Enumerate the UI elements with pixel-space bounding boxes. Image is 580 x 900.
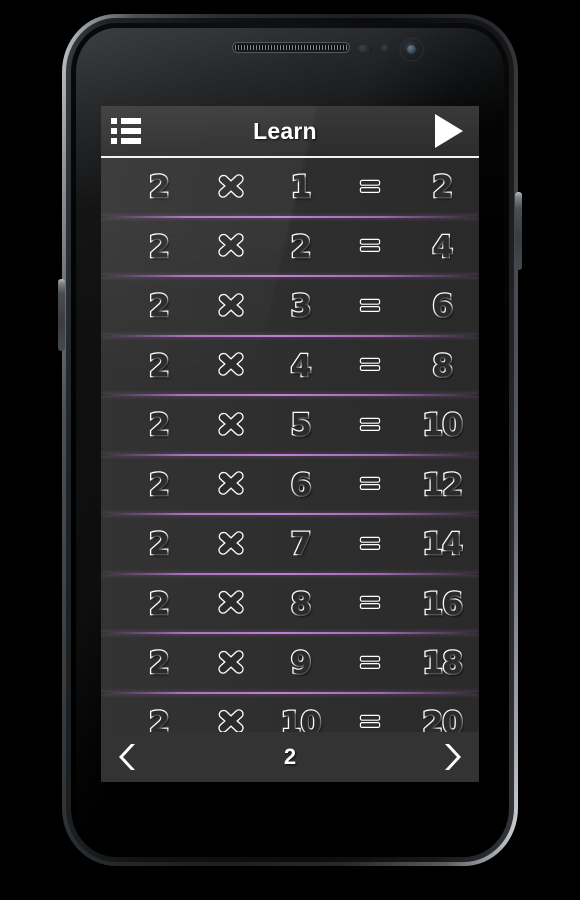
multiply-icon — [196, 290, 266, 324]
product-value: 20 — [421, 704, 464, 732]
equals-icon — [335, 647, 405, 681]
equals-glyph — [360, 179, 381, 193]
page-number-label: 2 — [283, 744, 297, 769]
product-value: 12 — [421, 466, 464, 504]
equals-icon — [335, 171, 405, 205]
multiplier-value: 5 — [289, 407, 312, 445]
multiply-icon — [196, 468, 266, 502]
power-button[interactable] — [515, 192, 522, 270]
multiplicand-value: 2 — [148, 704, 171, 732]
phone-device: Learn 2 1 2 2 2 4 2 3 6 2 4 8 2 5 10 2 6 12 2 7 14 2 8 16 2 9 18 2 1… — [58, 14, 522, 866]
multiply-glyph — [218, 590, 244, 614]
equals-glyph — [360, 477, 381, 491]
speaker-grille-icon — [232, 42, 350, 53]
product-value: 14 — [421, 526, 464, 564]
list-icon-bullet — [111, 128, 117, 134]
multiply-icon — [196, 647, 266, 681]
equals-icon — [335, 528, 405, 562]
product-value: 6 — [431, 288, 454, 326]
multiplication-table[interactable]: 2 1 2 2 2 4 2 3 6 2 4 8 2 5 10 2 6 12 2 7 14 2 8 16 2 9 18 2 10 20 — [101, 158, 479, 732]
multiply-glyph — [218, 293, 244, 317]
app-header: Learn — [101, 106, 479, 158]
multiplier-value: 7 — [289, 526, 312, 564]
multiply-glyph — [218, 233, 244, 257]
play-icon[interactable] — [435, 114, 467, 148]
multiply-glyph — [218, 352, 244, 376]
multiplicand-value: 2 — [148, 526, 171, 564]
multiplier-value: 4 — [289, 347, 312, 385]
table-row[interactable]: 2 7 14 — [101, 515, 479, 575]
multiply-icon — [196, 587, 266, 621]
multiplier-value: 8 — [289, 585, 312, 623]
product-value: 4 — [431, 228, 454, 266]
multiplier-value: 3 — [289, 288, 312, 326]
equals-icon — [335, 409, 405, 443]
multiply-glyph — [218, 709, 244, 732]
equals-icon — [335, 349, 405, 383]
product-value: 2 — [431, 169, 454, 207]
multiply-icon — [196, 706, 266, 732]
multiplicand-value: 2 — [148, 407, 171, 445]
phone-screen: Learn 2 1 2 2 2 4 2 3 6 2 4 8 2 5 10 2 6 12 2 7 14 2 8 16 2 9 18 2 1… — [101, 106, 479, 782]
table-row[interactable]: 2 1 2 — [101, 158, 479, 218]
equals-icon — [335, 290, 405, 324]
equals-glyph — [360, 358, 381, 372]
equals-glyph — [360, 596, 381, 610]
multiply-icon — [196, 528, 266, 562]
multiplicand-value: 2 — [148, 228, 171, 266]
product-value: 10 — [421, 407, 464, 445]
multiplier-value: 10 — [279, 704, 322, 732]
equals-glyph — [360, 655, 381, 669]
product-value: 8 — [431, 347, 454, 385]
multiplier-value: 2 — [289, 228, 312, 266]
multiplicand-value: 2 — [148, 347, 171, 385]
multiplicand-value: 2 — [148, 645, 171, 683]
multiply-glyph — [218, 650, 244, 674]
equals-glyph — [360, 417, 381, 431]
equals-glyph — [360, 298, 381, 312]
table-row[interactable]: 2 5 10 — [101, 396, 479, 456]
table-row[interactable]: 2 3 6 — [101, 277, 479, 337]
list-icon-bullet — [111, 138, 117, 144]
table-row[interactable]: 2 10 20 — [101, 694, 479, 732]
table-row[interactable]: 2 8 16 — [101, 575, 479, 634]
multiplier-value: 1 — [289, 169, 312, 207]
table-row[interactable]: 2 2 4 — [101, 218, 479, 277]
table-row[interactable]: 2 4 8 — [101, 337, 479, 396]
product-value: 16 — [421, 585, 464, 623]
multiplier-value: 6 — [289, 466, 312, 504]
equals-glyph — [360, 239, 381, 253]
equals-icon — [335, 587, 405, 621]
multiplicand-value: 2 — [148, 585, 171, 623]
multiply-icon — [196, 409, 266, 443]
multiply-glyph — [218, 471, 244, 495]
multiply-glyph — [218, 531, 244, 555]
multiplicand-value: 2 — [148, 288, 171, 326]
proximity-sensor-icon — [358, 45, 372, 52]
equals-glyph — [360, 715, 381, 729]
chevron-left-icon[interactable] — [113, 740, 143, 774]
multiply-glyph — [218, 174, 244, 198]
equals-icon — [335, 230, 405, 264]
multiply-glyph — [218, 412, 244, 436]
multiply-icon — [196, 349, 266, 383]
chevron-right-icon[interactable] — [437, 740, 467, 774]
front-camera-icon — [401, 39, 422, 60]
equals-icon — [335, 468, 405, 502]
table-row[interactable]: 2 6 12 — [101, 456, 479, 515]
table-row[interactable]: 2 9 18 — [101, 634, 479, 694]
volume-rocker-button[interactable] — [58, 279, 65, 351]
light-sensor-icon — [381, 44, 390, 53]
product-value: 18 — [421, 645, 464, 683]
list-icon-bullet — [111, 118, 117, 124]
multiplier-value: 9 — [289, 645, 312, 683]
bottom-navigation-bar: 2 — [101, 732, 479, 782]
equals-icon — [335, 706, 405, 732]
multiply-icon — [196, 230, 266, 264]
multiplicand-value: 2 — [148, 466, 171, 504]
multiplicand-value: 2 — [148, 169, 171, 207]
multiply-icon — [196, 171, 266, 205]
page-title: Learn — [253, 117, 317, 144]
equals-glyph — [360, 536, 381, 550]
